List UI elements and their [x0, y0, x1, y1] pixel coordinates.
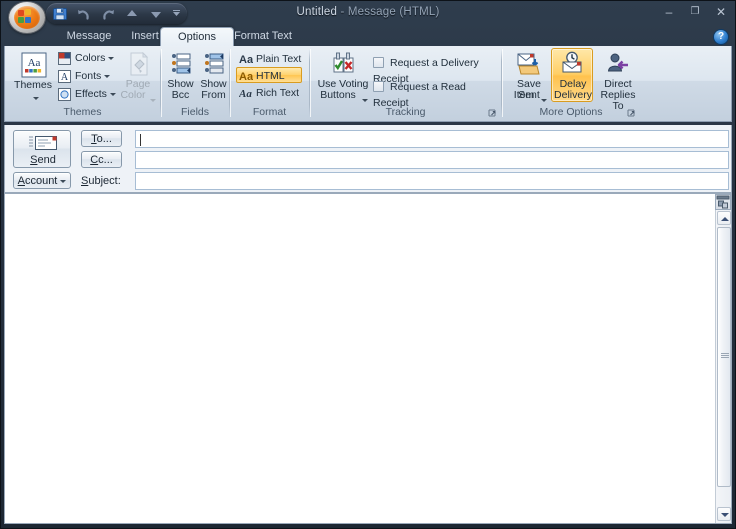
- window-title: Untitled - Message (HTML): [1, 6, 735, 18]
- group-title-tracking: Tracking: [311, 105, 500, 120]
- themes-button-label: Themes: [12, 80, 54, 91]
- delay-delivery-label-line2: Delivery: [552, 90, 594, 101]
- minimize-button[interactable]: –: [661, 6, 677, 18]
- window-title-type: Message (HTML): [348, 6, 440, 18]
- colors-button-label: Colors: [75, 52, 105, 64]
- delay-delivery-icon: [561, 51, 586, 79]
- use-voting-buttons-label-line2: Buttons: [310, 90, 366, 101]
- colors-chevron-down-icon: [108, 57, 114, 60]
- delivery-receipt-checkbox-box[interactable]: [373, 57, 384, 68]
- svg-text:Aa: Aa: [239, 54, 253, 65]
- body-vertical-scrollbar[interactable]: [715, 194, 731, 523]
- message-header: Send Account To... Cc... Subject:: [4, 125, 732, 193]
- svg-text:A: A: [61, 72, 69, 83]
- show-bcc-label-line2: Bcc: [164, 90, 197, 101]
- direct-replies-to-button[interactable]: Direct Replies To: [594, 48, 640, 102]
- svg-text:Aa: Aa: [239, 71, 253, 82]
- ribbon-group-format: Aa Plain Text Aa HTML: [231, 46, 308, 120]
- plain-text-label: Plain Text: [256, 53, 301, 65]
- effects-icon: [58, 88, 71, 106]
- show-from-icon: [204, 52, 224, 77]
- request-read-receipt-checkbox[interactable]: Request a Read Receipt: [373, 79, 498, 95]
- request-delivery-receipt-checkbox[interactable]: Request a Delivery Receipt: [373, 55, 498, 71]
- group-title-format: Format: [231, 105, 308, 120]
- more-options-dialog-launcher[interactable]: [626, 108, 637, 119]
- subject-label: Subject:: [81, 175, 121, 187]
- rich-text-icon: Aa: [239, 87, 253, 104]
- group-title-themes: Themes: [5, 105, 160, 120]
- group-title-more-options: More Options: [503, 105, 639, 120]
- message-body-text[interactable]: [9, 198, 709, 519]
- direct-replies-to-icon: [606, 52, 630, 79]
- send-button-label: Send: [14, 154, 72, 166]
- rich-text-label: Rich Text: [256, 87, 299, 99]
- plain-text-button[interactable]: Aa Plain Text: [236, 50, 302, 66]
- themes-chevron-down-icon: [30, 92, 39, 104]
- group-title-fields: Fields: [162, 105, 228, 120]
- tab-format-text[interactable]: Format Text: [216, 27, 310, 46]
- to-input[interactable]: [135, 130, 729, 148]
- send-envelope-icon: [28, 135, 58, 154]
- effects-button-label: Effects: [75, 88, 107, 100]
- fonts-chevron-down-icon: [104, 75, 110, 78]
- cc-button-label: Cc...: [90, 154, 113, 166]
- window-title-separator: -: [337, 6, 348, 18]
- effects-button[interactable]: Effects: [55, 85, 113, 101]
- ribbon: Aa Themes: [4, 46, 732, 122]
- send-button[interactable]: Send: [13, 130, 71, 168]
- save-sent-item-icon: [517, 52, 542, 79]
- text-cursor: [140, 134, 141, 146]
- show-from-button[interactable]: Show From: [196, 48, 229, 102]
- subject-input[interactable]: [135, 172, 729, 190]
- title-bar: Untitled - Message (HTML) – ❐ ✕: [1, 1, 735, 27]
- cc-button[interactable]: Cc...: [81, 151, 122, 168]
- fonts-button-label: Fonts: [75, 70, 101, 82]
- svg-text:Aa: Aa: [239, 88, 252, 99]
- scrollbar-thumb[interactable]: [717, 227, 731, 487]
- rich-text-button[interactable]: Aa Rich Text: [236, 84, 302, 100]
- page-color-icon: [128, 52, 150, 79]
- themes-button[interactable]: Aa Themes: [11, 48, 53, 102]
- outlook-message-window: Untitled - Message (HTML) – ❐ ✕ Message …: [0, 0, 736, 529]
- use-voting-buttons-button[interactable]: Use Voting Buttons: [314, 48, 370, 102]
- to-button[interactable]: To...: [81, 130, 122, 147]
- ribbon-group-fields: Show Bcc Show From Fie: [162, 46, 228, 120]
- voting-buttons-icon: [332, 51, 356, 78]
- ribbon-group-tracking: Use Voting Buttons Request a Delivery Re…: [311, 46, 500, 120]
- message-body-area[interactable]: [4, 193, 732, 524]
- close-button[interactable]: ✕: [713, 6, 729, 18]
- ribbon-group-more-options: Save Sent Item Delay: [503, 46, 639, 120]
- delay-delivery-button[interactable]: Delay Delivery: [551, 48, 593, 102]
- ribbon-group-themes: Aa Themes: [5, 46, 160, 120]
- cc-input[interactable]: [135, 151, 729, 169]
- save-sent-item-button[interactable]: Save Sent Item: [506, 48, 550, 102]
- scroll-up-button[interactable]: [717, 211, 731, 225]
- help-icon[interactable]: ?: [714, 30, 728, 44]
- html-button[interactable]: Aa HTML: [236, 67, 302, 83]
- read-receipt-checkbox-box[interactable]: [373, 81, 384, 92]
- scroll-down-button[interactable]: [717, 507, 731, 521]
- fonts-button[interactable]: A Fonts: [55, 67, 113, 83]
- select-browse-object-icon[interactable]: [715, 194, 731, 210]
- scrollbar-thumb-grip: [721, 353, 729, 358]
- show-bcc-icon: [171, 52, 191, 77]
- account-chevron-down-icon: [60, 180, 66, 183]
- colors-button[interactable]: Colors: [55, 49, 113, 65]
- window-title-document: Untitled: [296, 6, 337, 18]
- window-controls: – ❐ ✕: [661, 6, 729, 18]
- show-from-label-line2: From: [197, 90, 230, 101]
- html-label: HTML: [256, 70, 285, 82]
- page-color-button[interactable]: Page Color: [117, 48, 157, 102]
- tracking-dialog-launcher[interactable]: [487, 108, 498, 119]
- to-button-label: To...: [91, 133, 112, 145]
- show-bcc-button[interactable]: Show Bcc: [163, 48, 196, 102]
- ribbon-tabs: Message Insert Options Format Text: [1, 27, 735, 46]
- account-button-label: Account: [18, 175, 58, 187]
- svg-text:Aa: Aa: [28, 57, 41, 69]
- maximize-button[interactable]: ❐: [687, 6, 703, 18]
- account-button[interactable]: Account: [13, 172, 71, 189]
